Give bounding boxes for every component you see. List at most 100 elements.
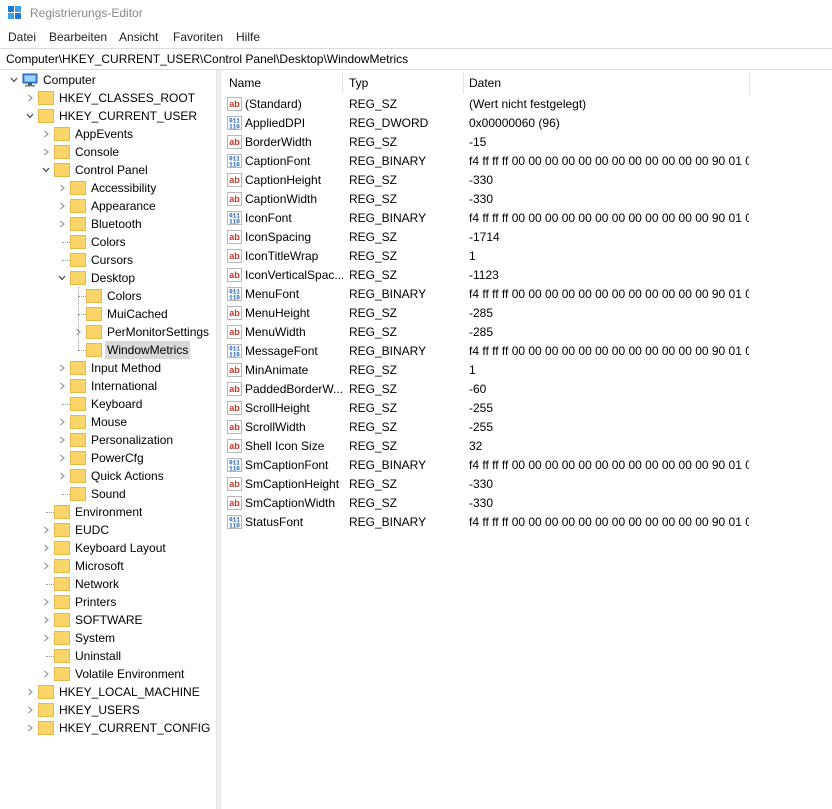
chevron-right-icon[interactable] xyxy=(42,544,50,552)
chevron-right-icon[interactable] xyxy=(42,616,50,624)
tree-item[interactable]: Uninstall xyxy=(0,647,216,665)
table-row[interactable]: ab IconTitleWrap REG_SZ 1 xyxy=(221,247,832,266)
table-row[interactable]: 011 110 IconFont REG_BINARY f4 ff ff ff 00 0… xyxy=(221,209,832,228)
tree-item[interactable]: Appearance xyxy=(0,197,216,215)
chevron-right-icon[interactable] xyxy=(58,454,66,462)
column-divider[interactable] xyxy=(749,72,750,94)
chevron-down-icon[interactable] xyxy=(26,112,34,120)
tree-item[interactable]: Volatile Environment xyxy=(0,665,216,683)
tree-item[interactable]: PerMonitorSettings xyxy=(0,323,216,341)
column-header-name[interactable]: Name xyxy=(223,72,341,94)
tree-item[interactable]: Keyboard xyxy=(0,395,216,413)
tree-item[interactable]: Environment xyxy=(0,503,216,521)
table-row[interactable]: 011 110 CaptionFont REG_BINARY f4 ff ff ff 0… xyxy=(221,152,832,171)
tree-item[interactable]: Keyboard Layout xyxy=(0,539,216,557)
chevron-right-icon[interactable] xyxy=(58,202,66,210)
menu-ansicht[interactable]: Ansicht xyxy=(119,28,158,46)
tree-item[interactable]: SOFTWARE xyxy=(0,611,216,629)
table-row[interactable]: ab CaptionHeight REG_SZ -330 xyxy=(221,171,832,190)
table-row[interactable]: ab ScrollWidth REG_SZ -255 xyxy=(221,418,832,437)
chevron-right-icon[interactable] xyxy=(58,184,66,192)
tree-item[interactable]: Colors xyxy=(0,287,216,305)
table-row[interactable]: ab PaddedBorderW... REG_SZ -60 xyxy=(221,380,832,399)
column-header-type[interactable]: Typ xyxy=(343,72,463,94)
address-bar[interactable]: Computer\HKEY_CURRENT_USER\Control Panel… xyxy=(0,48,832,70)
table-row[interactable]: ab MinAnimate REG_SZ 1 xyxy=(221,361,832,380)
chevron-right-icon[interactable] xyxy=(58,418,66,426)
table-row[interactable]: 011 110 MenuFont REG_BINARY f4 ff ff ff 00 0… xyxy=(221,285,832,304)
chevron-right-icon[interactable] xyxy=(26,688,34,696)
chevron-down-icon[interactable] xyxy=(10,76,18,84)
menu-favoriten[interactable]: Favoriten xyxy=(173,28,223,46)
chevron-right-icon[interactable] xyxy=(26,706,34,714)
table-row[interactable]: ab ScrollHeight REG_SZ -255 xyxy=(221,399,832,418)
tree-item[interactable]: Console xyxy=(0,143,216,161)
tree-item[interactable]: Desktop xyxy=(0,269,216,287)
table-row[interactable]: ab IconSpacing REG_SZ -1714 xyxy=(221,228,832,247)
tree-item[interactable]: Microsoft xyxy=(0,557,216,575)
tree-item[interactable]: Personalization xyxy=(0,431,216,449)
tree-item[interactable]: Computer xyxy=(0,71,216,89)
tree-item[interactable]: Quick Actions xyxy=(0,467,216,485)
table-row[interactable]: 011 110 MessageFont REG_BINARY f4 ff ff ff 0… xyxy=(221,342,832,361)
tree-item[interactable]: Sound xyxy=(0,485,216,503)
chevron-right-icon[interactable] xyxy=(74,328,82,336)
tree-item[interactable]: AppEvents xyxy=(0,125,216,143)
chevron-right-icon[interactable] xyxy=(26,724,34,732)
tree-item[interactable]: Colors xyxy=(0,233,216,251)
tree-item[interactable]: EUDC xyxy=(0,521,216,539)
tree-item[interactable]: Control Panel xyxy=(0,161,216,179)
value-data: f4 ff ff ff 00 00 00 00 00 00 00 00 00 0… xyxy=(469,211,749,225)
tree-item[interactable]: Bluetooth xyxy=(0,215,216,233)
tree-item[interactable]: International xyxy=(0,377,216,395)
table-row[interactable]: ab BorderWidth REG_SZ -15 xyxy=(221,133,832,152)
chevron-right-icon[interactable] xyxy=(58,382,66,390)
tree-item[interactable]: HKEY_LOCAL_MACHINE xyxy=(0,683,216,701)
chevron-down-icon[interactable] xyxy=(58,274,66,282)
chevron-right-icon[interactable] xyxy=(26,94,34,102)
tree-item[interactable]: Mouse xyxy=(0,413,216,431)
table-row[interactable]: ab Shell Icon Size REG_SZ 32 xyxy=(221,437,832,456)
chevron-right-icon[interactable] xyxy=(42,598,50,606)
chevron-down-icon[interactable] xyxy=(42,166,50,174)
tree-item[interactable]: PowerCfg xyxy=(0,449,216,467)
table-row[interactable]: ab SmCaptionHeight REG_SZ -330 xyxy=(221,475,832,494)
tree-item[interactable]: HKEY_CLASSES_ROOT xyxy=(0,89,216,107)
table-row[interactable]: ab IconVerticalSpac... REG_SZ -1123 xyxy=(221,266,832,285)
table-row[interactable]: ab SmCaptionWidth REG_SZ -330 xyxy=(221,494,832,513)
tree-item[interactable]: HKEY_CURRENT_USER xyxy=(0,107,216,125)
chevron-right-icon[interactable] xyxy=(42,562,50,570)
address-path[interactable]: Computer\HKEY_CURRENT_USER\Control Panel… xyxy=(6,52,408,66)
chevron-right-icon[interactable] xyxy=(42,670,50,678)
tree-item[interactable]: HKEY_CURRENT_CONFIG xyxy=(0,719,216,737)
table-row[interactable]: ab MenuHeight REG_SZ -285 xyxy=(221,304,832,323)
table-row[interactable]: 011 110 StatusFont REG_BINARY f4 ff ff ff 00… xyxy=(221,513,832,532)
menu-datei[interactable]: Datei xyxy=(8,28,36,46)
chevron-right-icon[interactable] xyxy=(58,364,66,372)
table-row[interactable]: ab MenuWidth REG_SZ -285 xyxy=(221,323,832,342)
tree-item[interactable]: Cursors xyxy=(0,251,216,269)
tree-item[interactable]: System xyxy=(0,629,216,647)
tree-item[interactable]: HKEY_USERS xyxy=(0,701,216,719)
menu-bearbeiten[interactable]: Bearbeiten xyxy=(49,28,107,46)
chevron-right-icon[interactable] xyxy=(58,220,66,228)
table-row[interactable]: 011 110 AppliedDPI REG_DWORD 0x00000060 (96) xyxy=(221,114,832,133)
chevron-right-icon[interactable] xyxy=(58,436,66,444)
column-header-data[interactable]: Daten xyxy=(463,72,749,94)
tree-item[interactable]: Network xyxy=(0,575,216,593)
tree-item[interactable]: Accessibility xyxy=(0,179,216,197)
table-row[interactable]: ab (Standard) REG_SZ (Wert nicht festgelegt… xyxy=(221,95,832,114)
tree-item[interactable]: Input Method xyxy=(0,359,216,377)
chevron-right-icon[interactable] xyxy=(58,472,66,480)
tree-item-label: PowerCfg xyxy=(91,451,144,465)
tree-item[interactable]: Printers xyxy=(0,593,216,611)
chevron-right-icon[interactable] xyxy=(42,634,50,642)
menu-hilfe[interactable]: Hilfe xyxy=(236,28,260,46)
table-row[interactable]: 011 110 SmCaptionFont REG_BINARY f4 ff ff ff… xyxy=(221,456,832,475)
tree-item[interactable]: MuiCached xyxy=(0,305,216,323)
chevron-right-icon[interactable] xyxy=(42,148,50,156)
tree-item[interactable]: WindowMetrics xyxy=(0,341,216,359)
chevron-right-icon[interactable] xyxy=(42,526,50,534)
table-row[interactable]: ab CaptionWidth REG_SZ -330 xyxy=(221,190,832,209)
chevron-right-icon[interactable] xyxy=(42,130,50,138)
